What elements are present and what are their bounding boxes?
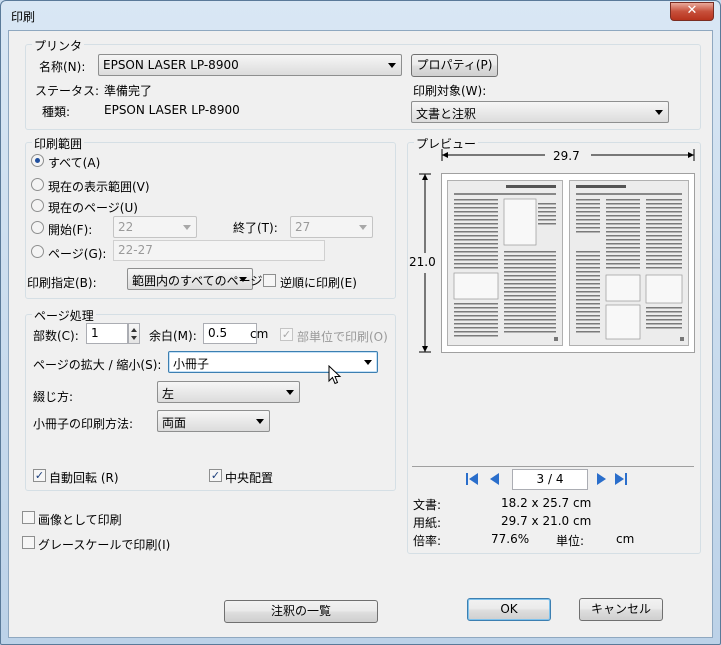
range-pages-label[interactable]: ページ(G):	[48, 245, 106, 262]
printer-name-combo[interactable]: EPSON LASER LP-8900	[98, 54, 402, 76]
binding-value: 左	[162, 387, 175, 401]
window-title: 印刷	[11, 10, 36, 24]
chevron-down-icon	[256, 419, 264, 424]
properties-button[interactable]: プロパティ(P)	[411, 54, 498, 77]
center-label[interactable]: 中央配置	[225, 469, 273, 486]
stepper-down-icon	[131, 336, 137, 340]
chevron-down-icon	[183, 225, 191, 230]
range-current-view-radio[interactable]	[31, 178, 44, 191]
print-subset-label: 印刷指定(B):	[27, 276, 97, 290]
grayscale-checkbox[interactable]	[22, 536, 35, 549]
page-indicator[interactable]: 3 / 4	[512, 469, 588, 490]
printer-name-label: 名称(N):	[39, 60, 86, 74]
paper-size-label: 用紙:	[413, 516, 442, 530]
range-current-page-label[interactable]: 現在のページ(U)	[48, 199, 138, 216]
print-target-combo[interactable]: 文書と注釈	[411, 101, 669, 123]
range-start-value: 22	[118, 220, 134, 234]
next-page-icon[interactable]	[593, 470, 609, 488]
printer-group-label: プリンタ	[32, 37, 85, 54]
print-as-image-checkbox[interactable]	[22, 511, 35, 524]
binding-combo[interactable]: 左	[157, 381, 300, 403]
chevron-down-icon	[655, 110, 663, 115]
print-subset-combo[interactable]: 範囲内のすべてのページ	[127, 268, 262, 290]
cancel-button[interactable]: キャンセル	[579, 598, 663, 621]
ok-button[interactable]: OK	[467, 598, 551, 621]
first-page-icon[interactable]	[464, 470, 480, 488]
printer-name-value: EPSON LASER LP-8900	[103, 58, 239, 72]
annotations-list-button[interactable]: 注釈の一覧	[224, 600, 378, 623]
mouse-cursor-icon	[328, 365, 342, 385]
copies-label: 部数(C):	[33, 329, 79, 343]
title-bar[interactable]: 印刷 ✕	[1, 1, 720, 29]
range-pages-radio[interactable]	[31, 245, 44, 258]
page-handling-group-label: ページ処理	[32, 307, 96, 324]
status-label: ステータス:	[35, 84, 100, 98]
range-end-value: 27	[295, 220, 311, 234]
grayscale-label[interactable]: グレースケールで印刷(I)	[38, 536, 170, 553]
unit-label: 単位:	[556, 534, 585, 548]
preview-page-right	[569, 180, 689, 346]
chevron-down-icon	[359, 225, 367, 230]
document-size-value: 18.2 x 25.7 cm	[501, 496, 592, 510]
print-dialog: 印刷 ✕ プリンタ 名称(N): EPSON LASER LP-8900 プロパ…	[0, 0, 721, 645]
paper-size-value: 29.7 x 21.0 cm	[501, 514, 592, 528]
range-start-combo[interactable]: 22	[113, 216, 197, 238]
print-target-value: 文書と注釈	[416, 107, 477, 121]
auto-rotate-label[interactable]: 自動回転 (R)	[49, 469, 119, 486]
binding-label: 綴じ方:	[33, 390, 74, 404]
document-size-label: 文書:	[413, 498, 442, 512]
margin-label: 余白(M):	[149, 329, 197, 343]
print-target-label: 印刷対象(W):	[413, 84, 487, 98]
range-current-view-label[interactable]: 現在の表示範囲(V)	[48, 178, 150, 195]
copies-input[interactable]: 1	[86, 323, 128, 344]
scale-label: 倍率:	[413, 534, 442, 548]
preview-nav-divider	[412, 466, 694, 467]
collate-checkbox[interactable]: ✓	[280, 328, 293, 341]
range-current-page-radio[interactable]	[31, 199, 44, 212]
booklet-method-combo[interactable]: 両面	[157, 410, 270, 432]
unit-value: cm	[616, 532, 635, 546]
booklet-method-value: 両面	[162, 416, 187, 430]
collate-label[interactable]: 部単位で印刷(O)	[297, 328, 388, 345]
chevron-down-icon	[364, 360, 372, 365]
chevron-down-icon	[388, 63, 396, 68]
range-end-label: 終了(T):	[233, 221, 278, 235]
stepper-up-icon	[131, 328, 137, 332]
previous-page-icon[interactable]	[487, 470, 503, 488]
scaling-combo[interactable]: 小冊子	[168, 351, 378, 373]
range-end-combo[interactable]: 27	[290, 216, 373, 238]
chevron-down-icon	[286, 390, 294, 395]
print-as-image-label[interactable]: 画像として印刷	[38, 511, 122, 528]
scaling-value: 小冊子	[173, 357, 210, 371]
margin-input[interactable]: 0.5	[203, 323, 257, 344]
preview-page-left	[447, 180, 563, 346]
close-icon: ✕	[686, 3, 698, 18]
booklet-method-label: 小冊子の印刷方法:	[33, 417, 134, 431]
width-dimension: 29.7	[553, 149, 580, 163]
range-start-radio[interactable]	[31, 221, 44, 234]
last-page-icon[interactable]	[613, 470, 629, 488]
margin-unit: cm	[250, 327, 269, 341]
print-range-group-label: 印刷範囲	[32, 135, 85, 152]
type-value: EPSON LASER LP-8900	[104, 103, 240, 117]
auto-rotate-checkbox[interactable]: ✓	[33, 469, 46, 482]
center-checkbox[interactable]: ✓	[209, 469, 222, 482]
dialog-client: プリンタ 名称(N): EPSON LASER LP-8900 プロパティ(P)…	[8, 30, 713, 638]
reverse-order-label[interactable]: 逆順に印刷(E)	[280, 274, 357, 291]
range-pages-input[interactable]: 22-27	[113, 240, 325, 261]
type-label: 種類:	[42, 105, 71, 119]
range-all-label[interactable]: すべて(A)	[48, 154, 100, 171]
scaling-label: ページの拡大 / 縮小(S):	[33, 358, 162, 372]
range-all-radio[interactable]	[31, 154, 44, 167]
scale-value: 77.6%	[491, 532, 530, 546]
preview-thumbnail	[441, 173, 695, 353]
range-start-label[interactable]: 開始(F):	[48, 221, 92, 238]
copies-stepper[interactable]	[128, 323, 140, 344]
height-dimension: 21.0	[409, 255, 436, 269]
reverse-order-checkbox[interactable]	[263, 274, 276, 287]
status-value: 準備完了	[104, 84, 153, 98]
chevron-down-icon	[239, 277, 247, 282]
close-button[interactable]: ✕	[670, 2, 714, 21]
